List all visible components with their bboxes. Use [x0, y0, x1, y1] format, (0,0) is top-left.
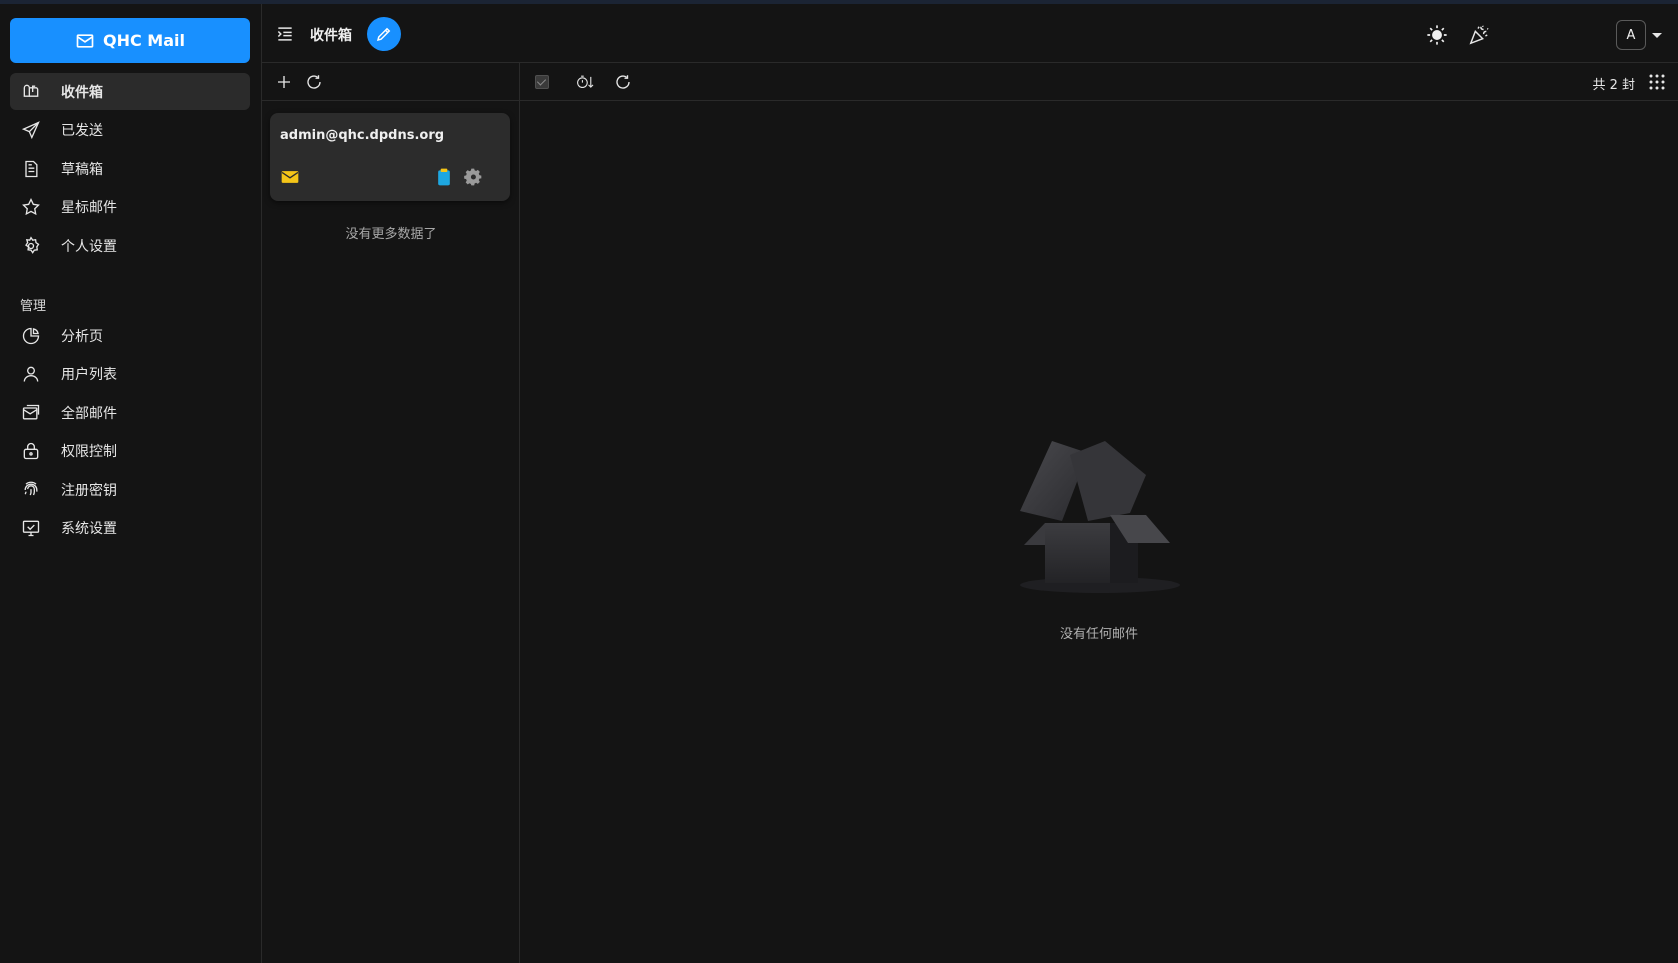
- sidebar-item-drafts[interactable]: 草稿箱: [10, 150, 250, 187]
- settings-icon[interactable]: [463, 167, 483, 187]
- sidebar: QHC Mail 收件箱 已发送 草稿箱 星标邮件 个人设置 管理 分析页 用户…: [0, 4, 262, 963]
- sidebar-item-label: 草稿箱: [61, 161, 103, 178]
- empty-state: 没有任何邮件: [520, 63, 1678, 963]
- refresh-icon: [307, 75, 321, 89]
- add-account-button[interactable]: [274, 72, 294, 92]
- sidebar-item-label: 全部邮件: [61, 405, 117, 422]
- caret-down-icon: [1652, 32, 1662, 38]
- sidebar-item-system-settings[interactable]: 系统设置: [10, 509, 250, 546]
- pie-chart-icon: [20, 325, 42, 347]
- mail-icon: [76, 33, 94, 48]
- all-mail-icon: [20, 402, 42, 424]
- empty-box-illustration: [1020, 441, 1180, 593]
- party-popper-icon: [1469, 25, 1489, 45]
- lock-icon: [20, 440, 42, 462]
- sidebar-item-label: 星标邮件: [61, 199, 117, 216]
- compose-button[interactable]: [367, 17, 401, 51]
- sidebar-item-sent[interactable]: 已发送: [10, 111, 250, 148]
- sidebar-item-analytics[interactable]: 分析页: [10, 317, 250, 354]
- admin-section-label: 管理: [20, 299, 47, 314]
- page-title: 收件箱: [310, 28, 352, 44]
- sidebar-item-registration-keys[interactable]: 注册密钥: [10, 471, 250, 508]
- effects-button[interactable]: [1467, 23, 1491, 47]
- sidebar-item-label: 注册密钥: [61, 482, 117, 499]
- sidebar-item-label: 个人设置: [61, 238, 117, 255]
- account-email: admin@qhc.dpdns.org: [280, 128, 445, 143]
- user-icon: [20, 363, 42, 385]
- clipboard-icon[interactable]: [434, 167, 454, 187]
- plus-icon: [278, 76, 290, 88]
- sidebar-item-all-mail[interactable]: 全部邮件: [10, 394, 250, 431]
- sidebar-item-label: 分析页: [61, 328, 103, 345]
- sidebar-item-user-list[interactable]: 用户列表: [10, 355, 250, 392]
- monitor-check-icon: [20, 517, 42, 539]
- inbox-icon: [20, 81, 42, 103]
- gear-icon: [20, 235, 42, 257]
- account-toolbar: [262, 63, 519, 101]
- brand-button[interactable]: QHC Mail: [10, 18, 250, 63]
- sidebar-item-inbox[interactable]: 收件箱: [10, 73, 250, 110]
- no-more-data-text: 没有更多数据了: [345, 227, 437, 242]
- sidebar-item-starred[interactable]: 星标邮件: [10, 188, 250, 225]
- sun-icon: [1427, 25, 1447, 45]
- account-list-panel: admin@qhc.dpdns.org 没有更多数据了: [262, 63, 520, 963]
- sidebar-item-label: 用户列表: [61, 366, 117, 383]
- top-header: 收件箱 A: [262, 4, 1678, 63]
- user-menu[interactable]: A: [1616, 19, 1668, 51]
- theme-toggle-button[interactable]: [1425, 23, 1449, 47]
- menu-fold-icon[interactable]: [275, 24, 295, 44]
- avatar: A: [1616, 20, 1646, 50]
- refresh-accounts-button[interactable]: [304, 72, 324, 92]
- empty-mail-text: 没有任何邮件: [1059, 627, 1138, 642]
- sidebar-item-personal-settings[interactable]: 个人设置: [10, 227, 250, 264]
- sidebar-item-label: 收件箱: [61, 84, 103, 101]
- sidebar-item-label: 已发送: [61, 122, 103, 139]
- brand-name: QHC Mail: [103, 31, 185, 50]
- star-icon: [20, 196, 42, 218]
- account-card[interactable]: admin@qhc.dpdns.org: [270, 113, 510, 201]
- mail-list-panel: 共 2 封 没有任何邮件: [520, 63, 1678, 963]
- sidebar-item-permissions[interactable]: 权限控制: [10, 432, 250, 469]
- draft-icon: [20, 158, 42, 180]
- send-icon: [20, 119, 42, 141]
- sidebar-item-label: 权限控制: [61, 443, 117, 460]
- envelope-icon: [280, 167, 300, 187]
- fingerprint-icon: [20, 479, 42, 501]
- sidebar-item-label: 系统设置: [61, 520, 117, 537]
- pencil-icon: [376, 27, 391, 42]
